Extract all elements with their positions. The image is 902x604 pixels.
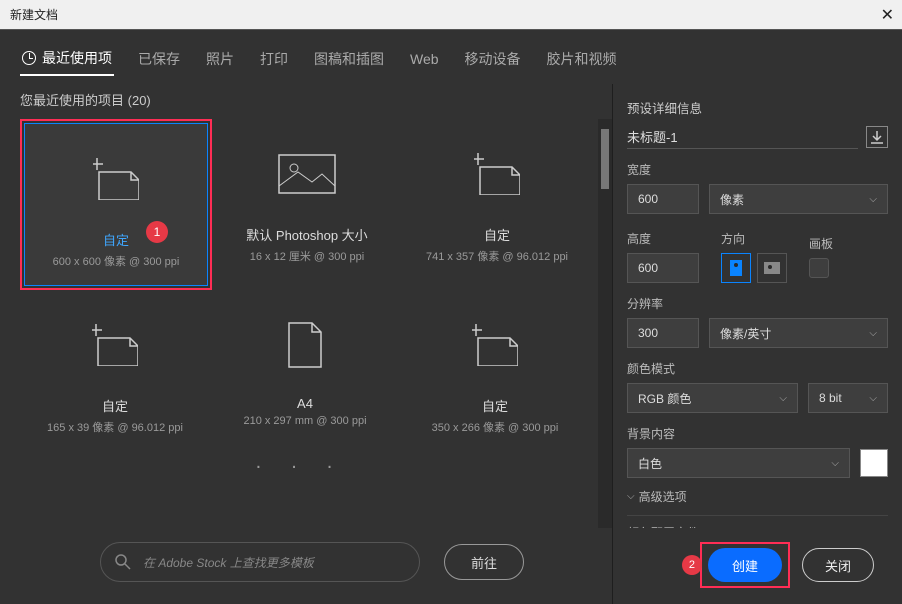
card-sub: 210 x 297 mm @ 300 ppi [220,415,390,427]
recent-items-header: 您最近使用的项目 (20) [20,90,612,109]
landscape-icon [763,261,781,275]
resolution-unit-select[interactable]: 像素/英寸 ⌵ [709,318,888,348]
resolution-input[interactable] [627,318,699,348]
preset-card-a4[interactable]: A4 210 x 297 mm @ 300 ppi [210,290,400,451]
card-name: 自定 [410,396,580,415]
orientation-landscape[interactable] [757,253,787,283]
resolution-unit-value: 像素/英寸 [720,325,771,342]
window-title: 新建文档 [10,6,58,23]
annotation-badge-2: 2 [682,555,702,575]
search-icon [115,554,131,570]
create-button[interactable]: 创建 [708,548,782,582]
advanced-toggle[interactable]: ⌵ 高级选项 [627,488,888,505]
save-preset-icon[interactable] [866,126,888,148]
card-sub: 600 x 600 像素 @ 300 ppi [35,253,197,269]
page-fold-icon [474,153,520,195]
chevron-down-icon: ⌵ [869,194,877,205]
bitdepth-select[interactable]: 8 bit ⌵ [808,383,888,413]
tab-recent[interactable]: 最近使用项 [20,42,114,76]
recent-items-label: 您最近使用的项目 [20,93,124,108]
chevron-down-icon: ⌵ [779,393,787,404]
card-sub: 16 x 12 厘米 @ 300 ppi [222,248,392,264]
annotation-box-2: 2 创建 [700,542,790,588]
tab-web[interactable]: Web [408,45,441,73]
clock-icon [22,51,36,65]
height-input[interactable] [627,253,699,283]
chevron-down-icon: ⌵ [869,328,877,339]
artboard-label: 画板 [809,235,833,252]
artboard-checkbox[interactable] [809,258,829,278]
advanced-label: 高级选项 [639,488,687,505]
colormode-select[interactable]: RGB 颜色 ⌵ [627,383,798,413]
width-label: 宽度 [627,161,888,178]
bitdepth-value: 8 bit [819,391,842,405]
background-value: 白色 [638,455,662,472]
card-name: A4 [220,396,390,411]
card-name: 默认 Photoshop 大小 [222,225,392,244]
title-bar: 新建文档 ✕ [0,0,902,30]
close-button[interactable]: 关闭 [802,548,874,582]
height-label: 高度 [627,230,699,247]
chevron-down-icon: ⌵ [869,393,877,404]
tab-print[interactable]: 打印 [258,43,290,75]
tab-photo[interactable]: 照片 [204,43,236,75]
close-icon[interactable]: ✕ [881,5,894,25]
unit-value: 像素 [720,191,744,208]
width-input[interactable] [627,184,699,214]
unit-select[interactable]: 像素 ⌵ [709,184,888,214]
preset-card-default-ps[interactable]: 默认 Photoshop 大小 16 x 12 厘米 @ 300 ppi [212,119,402,290]
document-name-input[interactable] [627,125,858,149]
card-sub: 741 x 357 像素 @ 96.012 ppi [412,248,582,264]
orientation-portrait[interactable] [721,253,751,283]
preset-card-custom-600[interactable]: 自定 600 x 600 像素 @ 300 ppi [24,123,208,286]
annotation-badge-1: 1 [146,221,168,243]
recent-items-count: (20) [128,93,151,108]
preset-card-custom-741[interactable]: 自定 741 x 357 像素 @ 96.012 ppi [402,119,592,290]
chevron-down-icon: ⌵ [627,491,635,502]
card-name: 自定 [30,396,200,415]
search-placeholder: 在 Adobe Stock 上查找更多模板 [143,554,314,571]
portrait-icon [729,259,743,277]
tab-illustration[interactable]: 图稿和插图 [312,43,386,75]
card-sub: 350 x 266 像素 @ 300 ppi [410,419,580,435]
card-name: 自定 [412,225,582,244]
stock-search[interactable]: 在 Adobe Stock 上查找更多模板 [100,542,420,582]
go-button[interactable]: 前往 [444,544,524,580]
chevron-down-icon: ⌵ [831,458,839,469]
colormode-value: RGB 颜色 [638,390,691,407]
background-select[interactable]: 白色 ⌵ [627,448,850,478]
page-fold-icon [93,158,139,200]
background-swatch[interactable] [860,449,888,477]
preset-card-custom-350[interactable]: 自定 350 x 266 像素 @ 300 ppi [400,290,590,451]
orientation-label: 方向 [721,230,787,247]
tab-saved[interactable]: 已保存 [136,43,182,75]
tab-mobile[interactable]: 移动设备 [463,43,523,75]
category-tabs: 最近使用项 已保存 照片 打印 图稿和插图 Web 移动设备 胶片和视频 [0,30,902,84]
page-fold-icon [472,324,518,366]
page-fold-icon [92,324,138,366]
colormode-label: 颜色模式 [627,360,888,377]
preset-card-custom-165[interactable]: 自定 165 x 39 像素 @ 96.012 ppi [20,290,210,451]
divider [627,515,888,516]
card-name: 自定 [35,230,197,249]
document-icon [288,322,322,368]
background-label: 背景内容 [627,425,888,442]
scrollbar[interactable] [598,119,612,528]
tab-recent-label: 最近使用项 [42,48,112,68]
resolution-label: 分辨率 [627,295,888,312]
tab-film[interactable]: 胶片和视频 [545,43,619,75]
preset-details-title: 预设详细信息 [627,98,888,117]
card-sub: 165 x 39 像素 @ 96.012 ppi [30,419,200,435]
image-icon [278,154,336,194]
more-indicator: ... [20,451,598,474]
